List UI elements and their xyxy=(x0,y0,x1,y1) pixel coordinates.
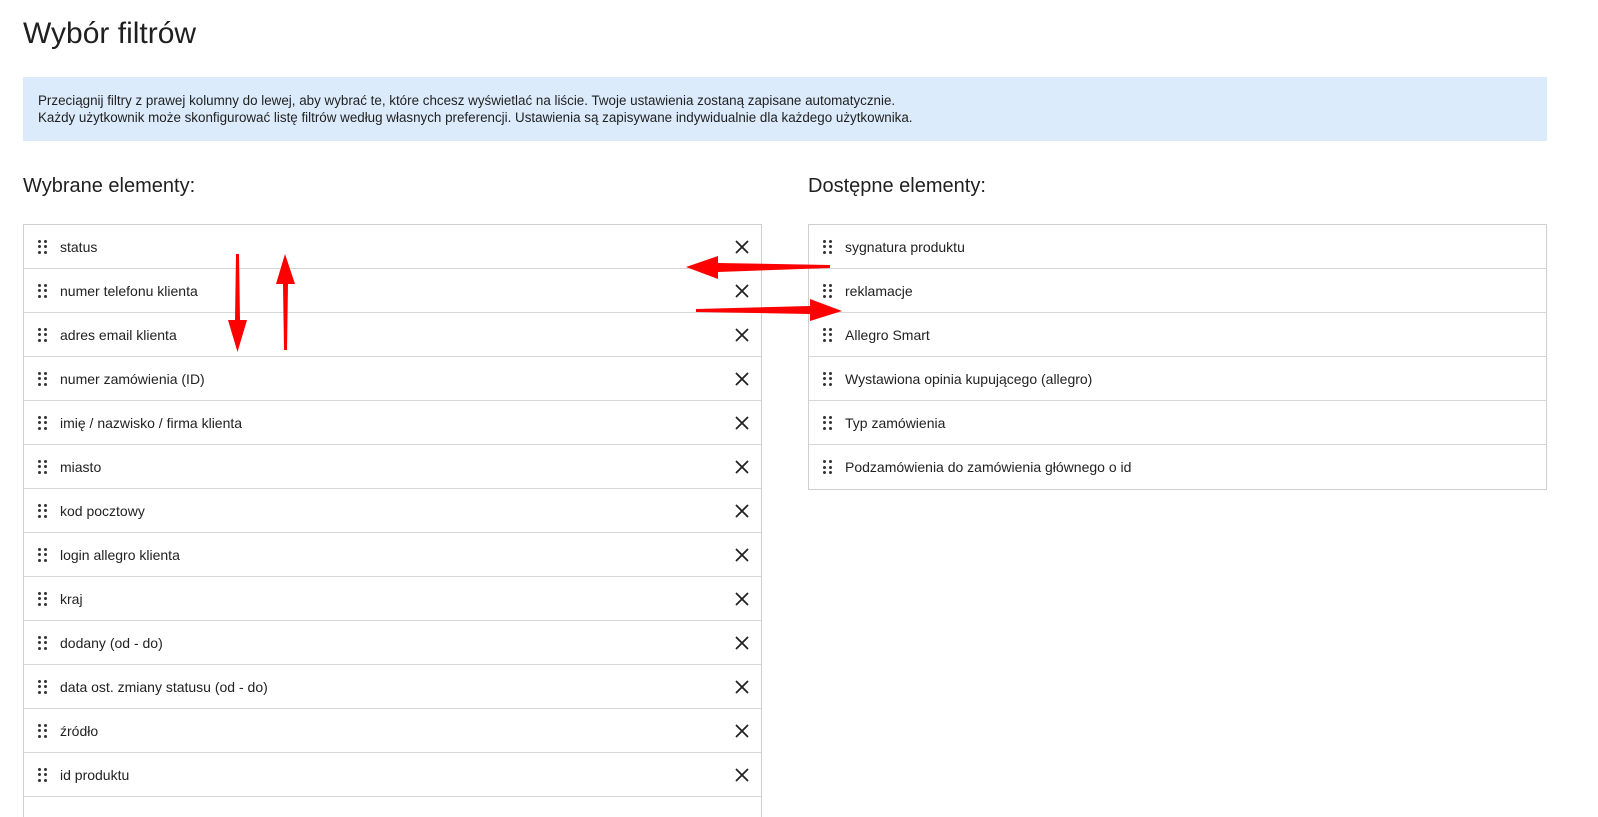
close-icon[interactable] xyxy=(735,724,749,738)
close-icon[interactable] xyxy=(735,284,749,298)
close-icon[interactable] xyxy=(735,768,749,782)
filter-selection-page: Wybór filtrów Przeciągnij filtry z prawe… xyxy=(0,0,1598,817)
filter-item-label: data ost. zmiany statusu (od - do) xyxy=(60,678,268,695)
available-filter-item[interactable]: sygnatura produktu xyxy=(809,225,1546,269)
drag-handle-icon[interactable] xyxy=(823,239,833,254)
close-icon[interactable] xyxy=(735,240,749,254)
selected-filter-item[interactable]: numer zamówienia (ID) xyxy=(24,357,761,401)
drag-handle-icon[interactable] xyxy=(823,460,833,474)
filter-item-label: imię / nazwisko / firma klienta xyxy=(60,414,243,431)
close-icon[interactable] xyxy=(735,636,749,650)
drag-handle-icon[interactable] xyxy=(38,635,48,650)
selected-filter-item[interactable]: data ost. zmiany statusu (od - do) xyxy=(24,665,761,709)
filter-item-label: dodany (od - do) xyxy=(60,634,163,651)
drag-handle-icon[interactable] xyxy=(38,591,48,606)
drag-handle-icon[interactable] xyxy=(38,503,48,518)
drag-handle-icon[interactable] xyxy=(38,679,48,694)
selected-heading: Wybrane elementy: xyxy=(23,175,196,197)
page-title: Wybór filtrów xyxy=(23,17,197,50)
selected-list: status numer telefonu klienta adres emai… xyxy=(23,224,762,817)
drag-handle-icon[interactable] xyxy=(38,415,48,430)
filter-item-label: źródło xyxy=(60,722,99,739)
filter-item-label: kod pocztowy xyxy=(60,502,145,519)
filter-item-label: status xyxy=(60,238,98,255)
available-filter-item[interactable]: Podzamówienia do zamówienia głównego o i… xyxy=(809,445,1546,489)
close-icon[interactable] xyxy=(735,592,749,606)
close-icon[interactable] xyxy=(735,372,749,386)
filter-item-label: kraj xyxy=(60,590,83,607)
selected-filter-item[interactable]: imię / nazwisko / firma klienta xyxy=(24,401,761,445)
available-list: sygnatura produktu reklamacje Allegro Sm… xyxy=(808,224,1547,490)
close-icon[interactable] xyxy=(735,416,749,430)
available-filter-item[interactable]: Allegro Smart xyxy=(809,313,1546,357)
drag-handle-icon[interactable] xyxy=(823,415,833,430)
drag-handle-icon[interactable] xyxy=(38,547,48,562)
close-icon[interactable] xyxy=(735,680,749,694)
drag-handle-icon[interactable] xyxy=(38,723,48,738)
selected-filter-item[interactable]: adres email klienta xyxy=(24,313,761,357)
selected-filter-item[interactable]: id produktu xyxy=(24,753,761,797)
filter-item-label: id produktu xyxy=(60,766,130,783)
filter-item-label: Typ zamówienia xyxy=(845,414,946,431)
filter-item-label: miasto xyxy=(60,458,102,475)
drag-handle-icon[interactable] xyxy=(823,371,833,386)
filter-item-label: numer zamówienia (ID) xyxy=(60,370,205,387)
info-line-1: Przeciągnij filtry z prawej kolumny do l… xyxy=(38,93,896,108)
filter-item-label: Allegro Smart xyxy=(845,326,930,343)
drag-handle-icon[interactable] xyxy=(823,283,833,298)
info-box: Przeciągnij filtry z prawej kolumny do l… xyxy=(23,77,1547,141)
filter-item-label: login allegro klienta xyxy=(60,546,180,563)
selected-filter-item[interactable]: login allegro klienta xyxy=(24,533,761,577)
drag-handle-icon[interactable] xyxy=(823,327,833,342)
filter-item-label: sygnatura produktu xyxy=(845,238,965,255)
drag-handle-icon[interactable] xyxy=(38,371,48,386)
selected-filter-item[interactable]: kod pocztowy xyxy=(24,489,761,533)
filter-item-label: reklamacje xyxy=(845,282,913,299)
selected-filter-item[interactable]: źródło xyxy=(24,709,761,753)
selected-filter-item[interactable]: status xyxy=(24,225,761,269)
filter-item-label: adres email klienta xyxy=(60,326,177,343)
filter-item-label: Podzamówienia do zamówienia głównego o i… xyxy=(845,459,1132,475)
drag-handle-icon[interactable] xyxy=(38,767,48,782)
available-filter-item[interactable]: reklamacje xyxy=(809,269,1546,313)
drag-handle-icon[interactable] xyxy=(38,239,48,254)
drag-handle-icon[interactable] xyxy=(38,459,48,474)
available-filter-item[interactable]: Wystawiona opinia kupującego (allegro) xyxy=(809,357,1546,401)
close-icon[interactable] xyxy=(735,504,749,518)
close-icon[interactable] xyxy=(735,328,749,342)
filter-item-label: Wystawiona opinia kupującego (allegro) xyxy=(845,370,1093,387)
available-heading: Dostępne elementy: xyxy=(808,175,986,197)
close-icon[interactable] xyxy=(735,548,749,562)
info-line-2: Każdy użytkownik może skonfigurować list… xyxy=(38,110,913,125)
selected-filter-item[interactable]: dodany (od - do) xyxy=(24,621,761,665)
available-filter-item[interactable]: Typ zamówienia xyxy=(809,401,1546,445)
selected-filter-item[interactable]: numer telefonu klienta xyxy=(24,269,761,313)
close-icon[interactable] xyxy=(735,460,749,474)
drag-handle-icon[interactable] xyxy=(38,283,48,298)
filter-item-label: numer telefonu klienta xyxy=(60,282,198,299)
selected-filter-item[interactable]: miasto xyxy=(24,445,761,489)
selected-filter-item[interactable]: kraj xyxy=(24,577,761,621)
drag-handle-icon[interactable] xyxy=(38,327,48,342)
